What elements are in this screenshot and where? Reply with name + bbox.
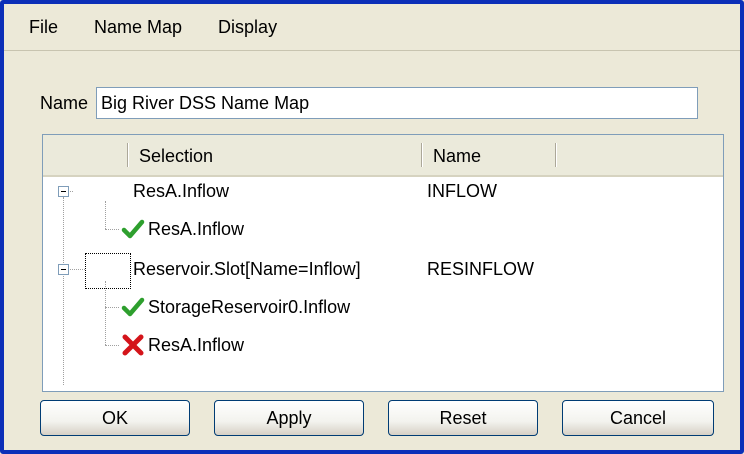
row-selection: ResA.Inflow bbox=[133, 180, 230, 201]
menu-name-map[interactable]: Name Map bbox=[91, 15, 185, 40]
tree-row[interactable]: ResA.Inflow bbox=[121, 329, 244, 361]
tree-connector bbox=[105, 345, 119, 346]
reset-button[interactable]: Reset bbox=[388, 400, 538, 436]
tree-connector bbox=[63, 197, 64, 385]
tree-connector bbox=[105, 281, 106, 345]
tree-connector bbox=[105, 307, 119, 308]
menu-display[interactable]: Display bbox=[215, 15, 280, 40]
tree-connector bbox=[105, 229, 119, 230]
menu-file[interactable]: File bbox=[26, 15, 61, 40]
check-icon bbox=[121, 219, 145, 239]
column-separator[interactable] bbox=[555, 143, 557, 167]
check-icon bbox=[121, 297, 145, 317]
cancel-button[interactable]: Cancel bbox=[562, 400, 714, 436]
tree-row[interactable]: Reservoir.Slot[Name=Inflow] bbox=[133, 253, 361, 285]
row-name: RESINFLOW bbox=[427, 253, 534, 285]
apply-button[interactable]: Apply bbox=[214, 400, 364, 436]
name-row: Name bbox=[40, 86, 699, 120]
row-name-value: RESINFLOW bbox=[427, 258, 535, 279]
name-label: Name bbox=[40, 92, 89, 113]
tree-connector bbox=[105, 201, 106, 229]
row-selection: Reservoir.Slot[Name=Inflow] bbox=[133, 258, 361, 279]
column-separator[interactable] bbox=[127, 143, 129, 167]
column-header-selection[interactable]: Selection bbox=[139, 146, 213, 167]
column-header-name[interactable]: Name bbox=[433, 146, 481, 167]
focus-box bbox=[85, 253, 131, 289]
collapse-icon[interactable] bbox=[58, 186, 69, 197]
tree-row[interactable]: ResA.Inflow bbox=[121, 213, 244, 245]
tree-row[interactable]: StorageReservoir0.Inflow bbox=[121, 291, 350, 323]
row-selection: StorageReservoir0.Inflow bbox=[148, 296, 351, 317]
row-selection: ResA.Inflow bbox=[148, 334, 245, 355]
tree-header: Selection Name bbox=[43, 135, 723, 177]
row-selection: ResA.Inflow bbox=[148, 218, 245, 239]
menu-bar: File Name Map Display bbox=[4, 4, 740, 51]
tree-row[interactable]: ResA.Inflow bbox=[133, 175, 229, 207]
name-input[interactable] bbox=[96, 87, 699, 119]
selection-tree[interactable]: Selection Name ResA.Inflow INFLOW ResA.I… bbox=[42, 134, 724, 392]
column-separator[interactable] bbox=[421, 143, 423, 167]
row-name-value: INFLOW bbox=[427, 180, 497, 201]
row-name: INFLOW bbox=[427, 175, 497, 207]
collapse-icon[interactable] bbox=[58, 264, 69, 275]
x-icon bbox=[122, 334, 144, 356]
ok-button[interactable]: OK bbox=[40, 400, 190, 436]
dialog-window: File Name Map Display Name Selection Nam… bbox=[0, 0, 744, 454]
